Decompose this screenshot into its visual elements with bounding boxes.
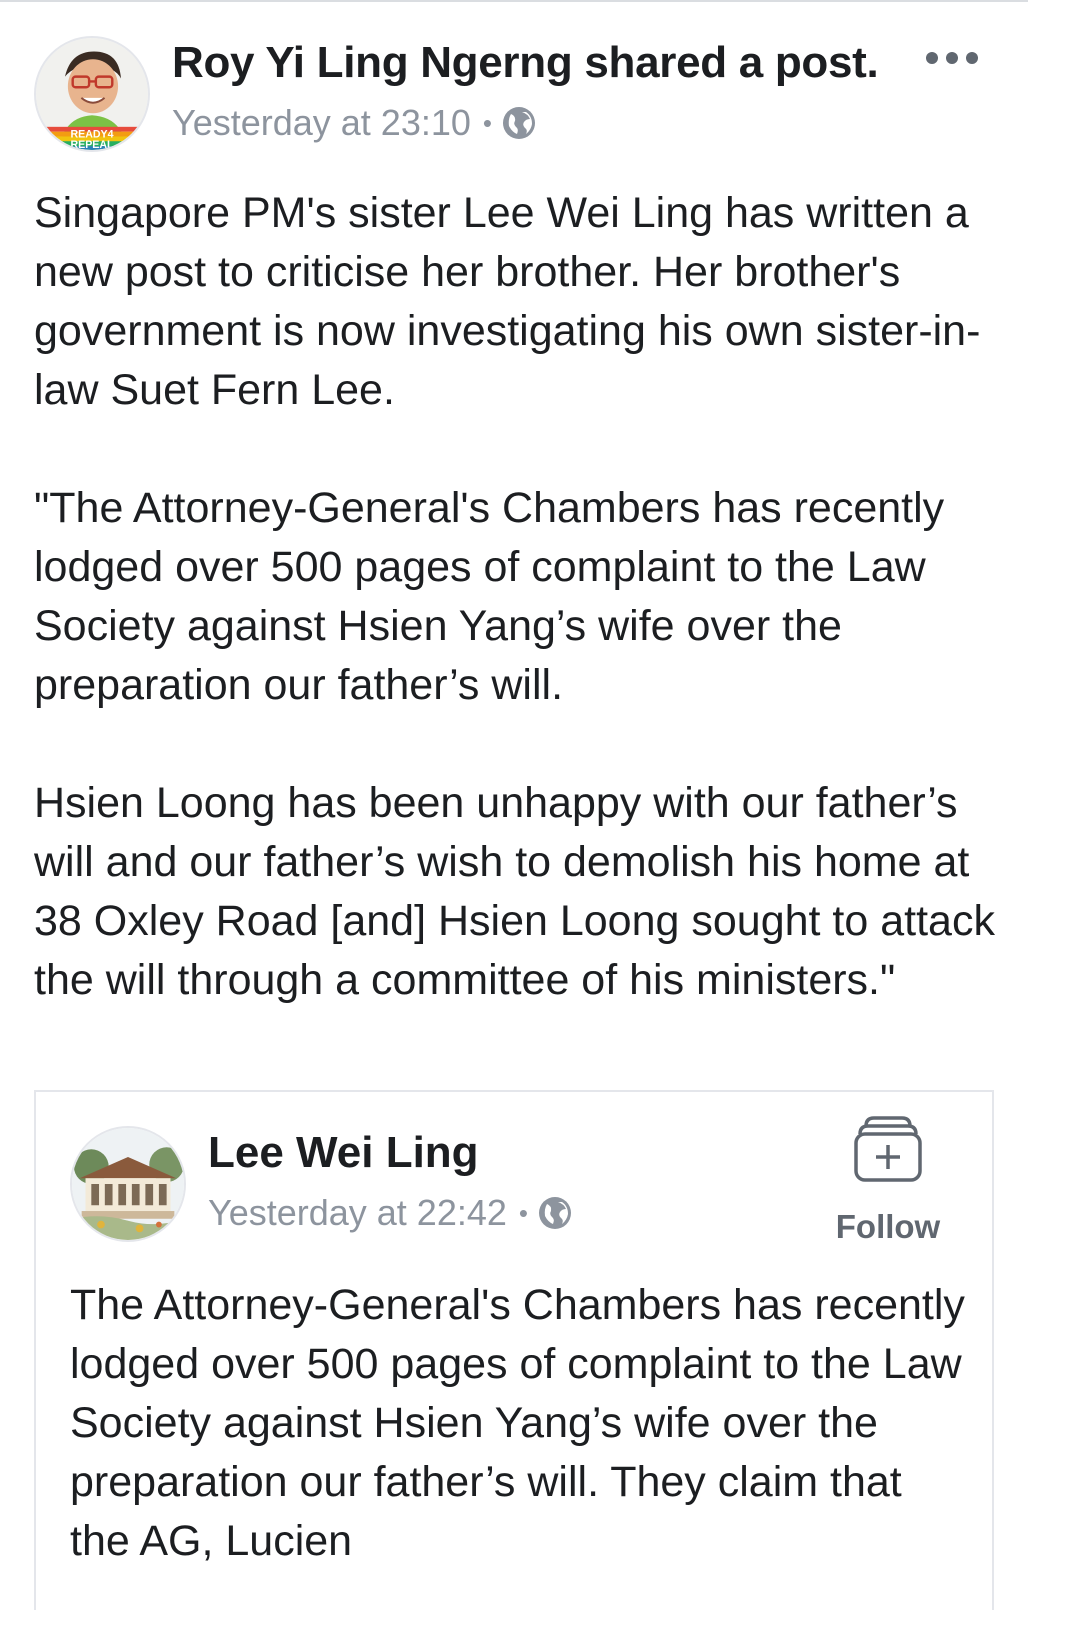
- author-avatar[interactable]: READY4 REPEAL: [34, 36, 150, 152]
- shared-post-card[interactable]: Lee Wei Ling Yesterday at 22:42 • Follow…: [34, 1090, 994, 1610]
- shared-post-timestamp[interactable]: Yesterday at 22:42: [208, 1192, 507, 1234]
- post-paragraph: Hsien Loong has been unhappy with our fa…: [34, 779, 995, 1004]
- svg-text:REPEAL: REPEAL: [70, 139, 114, 150]
- meta-separator: •: [482, 107, 493, 138]
- more-dots-icon: [966, 52, 978, 64]
- follow-button[interactable]: Follow: [826, 1114, 950, 1254]
- shared-author-name-link[interactable]: Lee Wei Ling: [208, 1128, 479, 1178]
- post-timestamp[interactable]: Yesterday at 23:10: [172, 102, 471, 144]
- post-body: Singapore PM's sister Lee Wei Ling has w…: [34, 184, 1014, 1010]
- post-paragraph: Singapore PM's sister Lee Wei Ling has w…: [34, 189, 981, 414]
- shared-author-avatar[interactable]: [70, 1126, 186, 1242]
- follow-plus-icon: [854, 1116, 922, 1182]
- author-name-link[interactable]: Roy Yi Ling Ngerng shared a post.: [172, 38, 879, 88]
- follow-label: Follow: [835, 1208, 941, 1245]
- post-meta: Yesterday at 23:10 •: [172, 102, 536, 144]
- globe-icon: [539, 1197, 572, 1229]
- post-paragraph: "The Attorney-General's Chambers has rec…: [34, 484, 945, 709]
- profile-photo-icon: READY4 REPEAL: [36, 38, 148, 150]
- meta-separator: •: [518, 1197, 529, 1228]
- globe-icon: [503, 107, 536, 139]
- more-options-button[interactable]: [922, 40, 982, 76]
- shared-post-meta: Yesterday at 22:42 •: [208, 1192, 572, 1234]
- more-dots-icon: [926, 52, 938, 64]
- post-header: READY4 REPEAL Roy Yi Ling Ngerng shared …: [0, 0, 1028, 170]
- shared-post-body: The Attorney-General's Chambers has rece…: [70, 1281, 965, 1565]
- more-dots-icon: [946, 52, 958, 64]
- house-illustration-icon: [72, 1128, 184, 1240]
